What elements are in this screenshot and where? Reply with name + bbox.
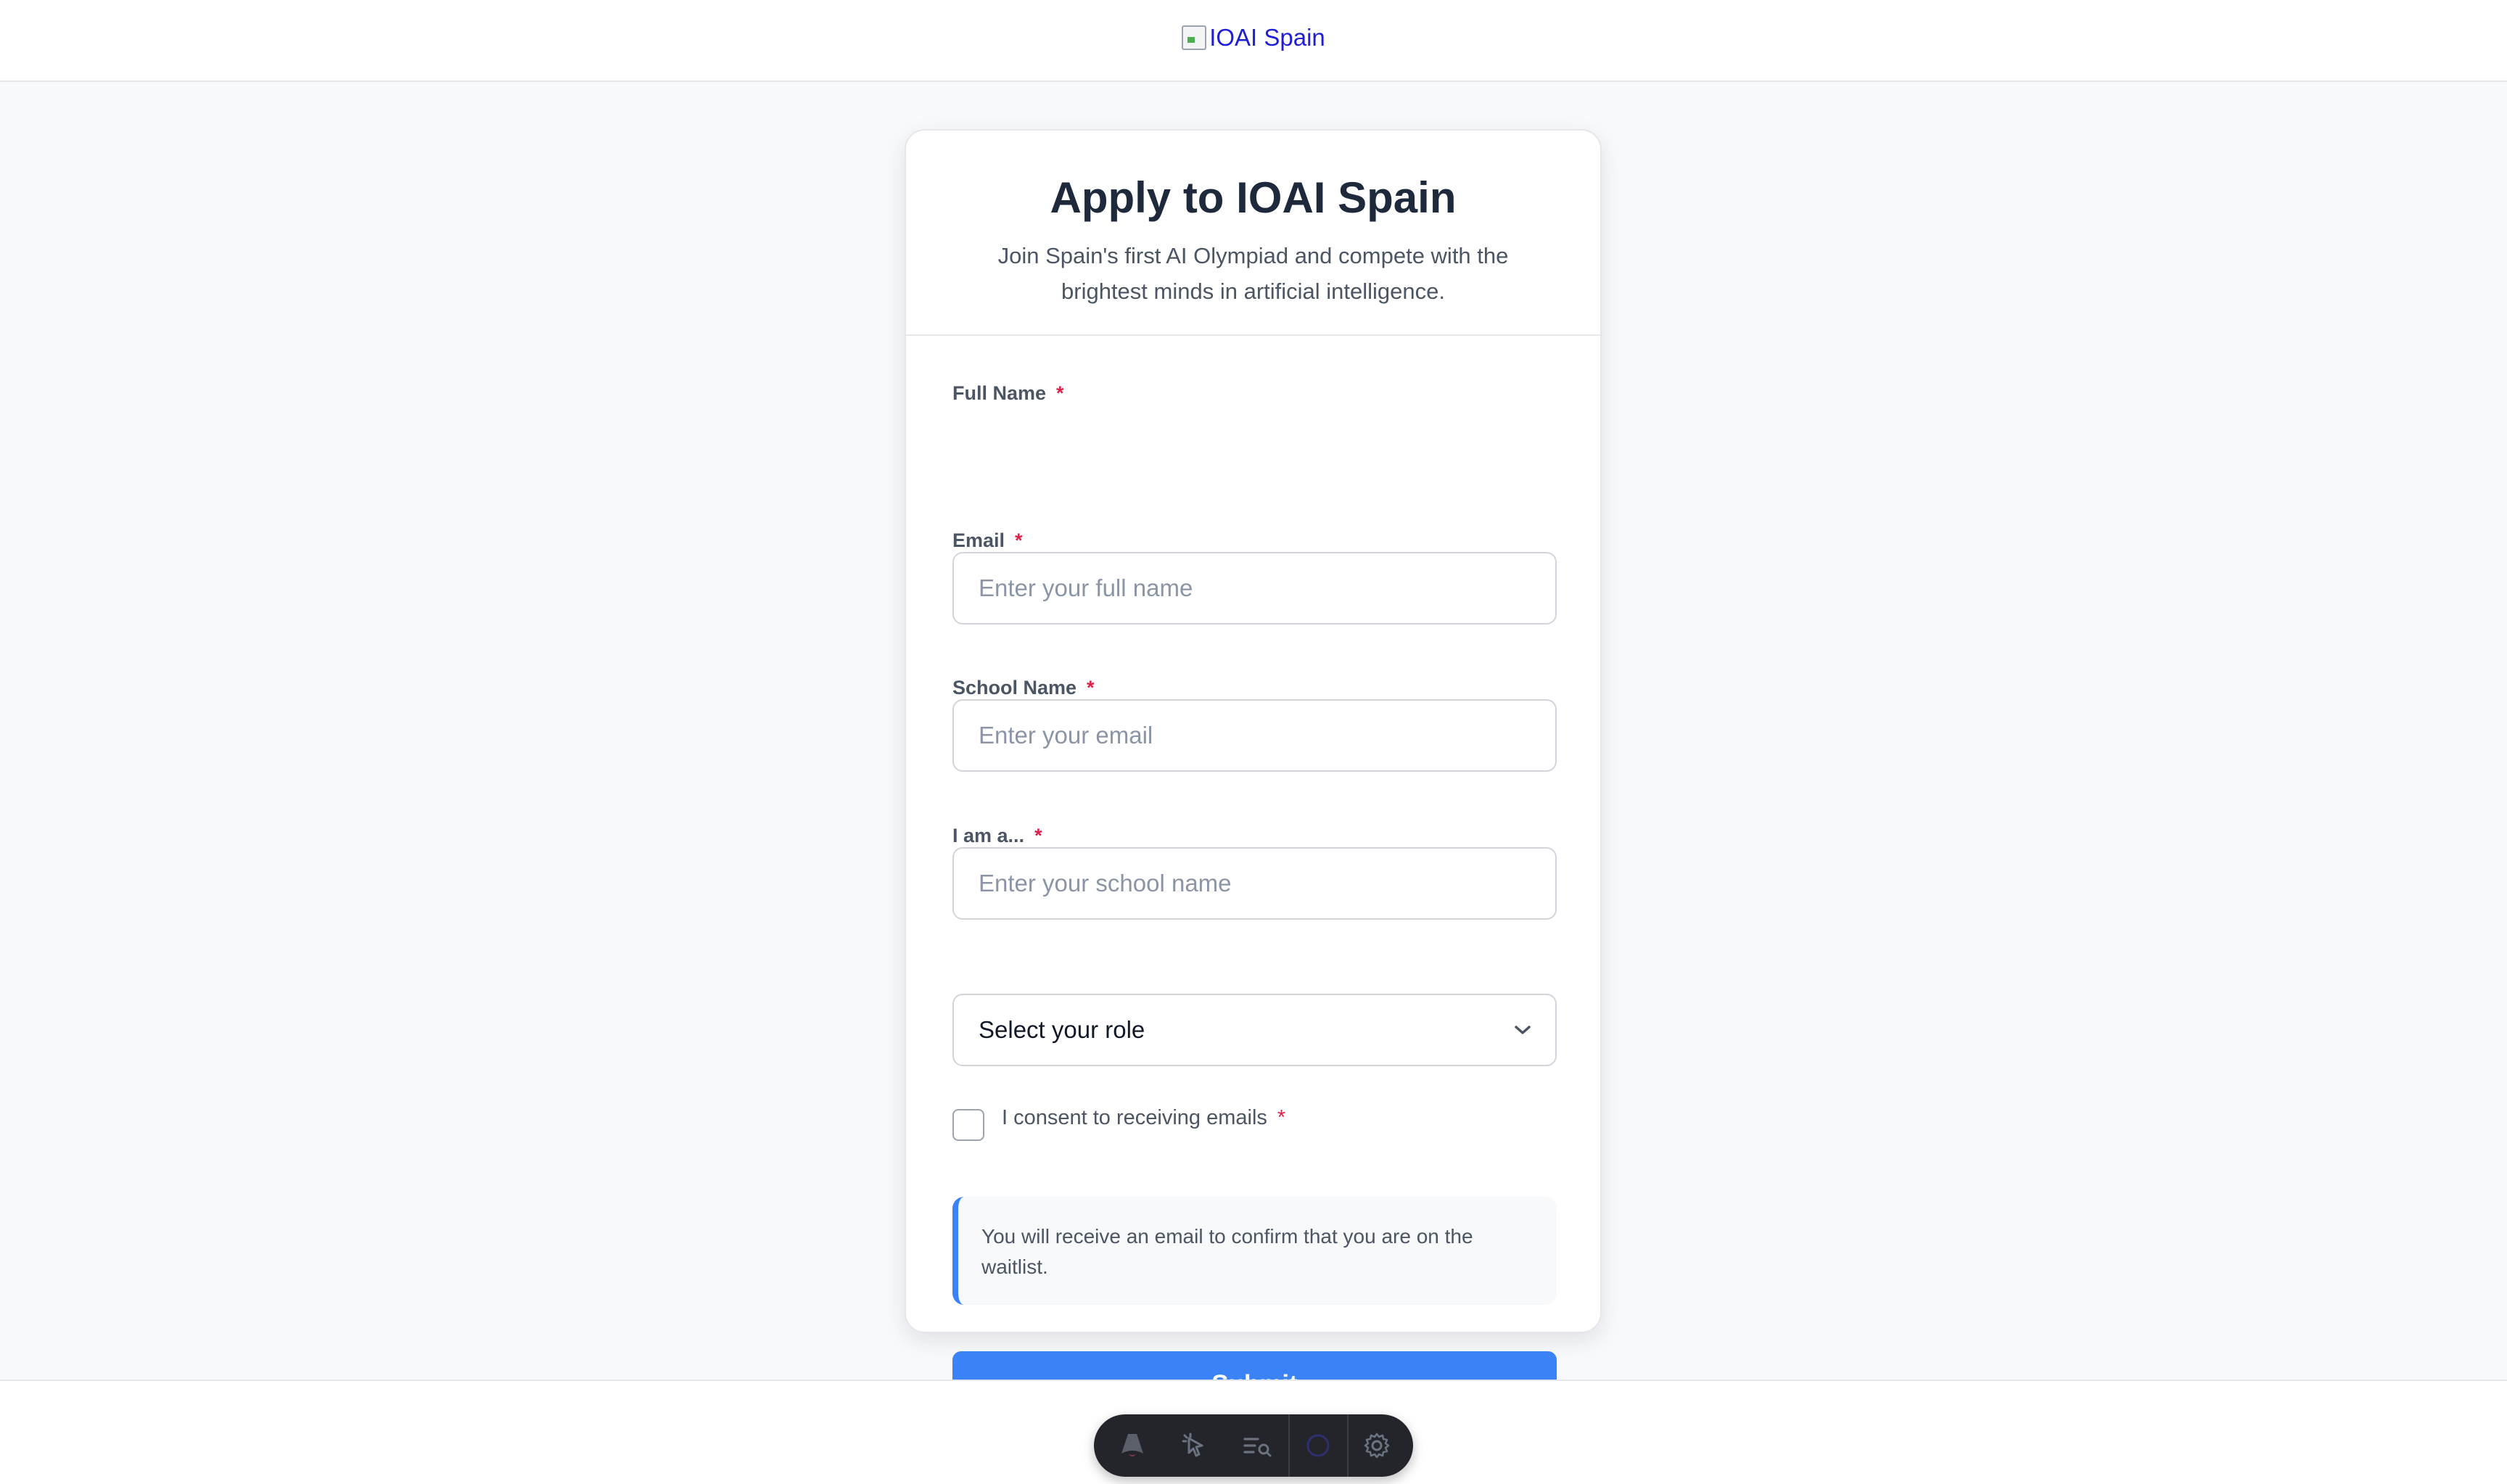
role-label-text: I am a... — [952, 825, 1025, 846]
full-name-label-text: Full Name — [952, 382, 1047, 404]
required-asterisk: * — [1087, 677, 1095, 698]
dev-toolbar-apps — [1101, 1414, 1288, 1477]
email-input[interactable] — [952, 699, 1557, 772]
card-header: Apply to IOAI Spain Join Spain's first A… — [906, 131, 1600, 336]
role-label: I am a... * — [952, 825, 1042, 847]
audit-list-icon[interactable] — [1226, 1414, 1288, 1477]
required-asterisk: * — [1034, 825, 1042, 846]
required-asterisk: * — [1277, 1106, 1286, 1129]
consent-label-text: I consent to receiving emails — [1002, 1106, 1267, 1129]
logo-link[interactable]: IOAI Spain — [1182, 24, 1325, 51]
bottom-bar — [0, 1380, 2507, 1484]
school-name-label: School Name * — [952, 677, 1095, 699]
school-name-label-text: School Name — [952, 677, 1077, 698]
waitlist-info-note: You will receive an email to confirm tha… — [952, 1197, 1557, 1305]
application-card: Apply to IOAI Spain Join Spain's first A… — [905, 129, 1602, 1417]
consent-label: I consent to receiving emails * — [1002, 1105, 1285, 1129]
required-asterisk: * — [1056, 382, 1064, 404]
settings-gear-icon[interactable] — [1349, 1414, 1406, 1477]
consent-checkbox[interactable] — [952, 1109, 984, 1141]
page-title: Apply to IOAI Spain — [1050, 173, 1457, 222]
logo-alt-text: IOAI Spain — [1209, 23, 1325, 51]
email-label-text: Email — [952, 529, 1005, 551]
dev-toolbar — [1094, 1414, 1413, 1477]
email-label: Email * — [952, 529, 1023, 552]
app-circle-icon[interactable] — [1290, 1414, 1347, 1477]
role-select[interactable]: Select your role — [952, 994, 1557, 1066]
page-subtitle: Join Spain's first AI Olympiad and compe… — [997, 243, 1509, 304]
consent-row: I consent to receiving emails * — [952, 1105, 1285, 1141]
inspect-cursor-icon[interactable] — [1164, 1414, 1226, 1477]
main-area: Apply to IOAI Spain Join Spain's first A… — [0, 82, 2507, 1417]
full-name-label: Full Name * — [952, 382, 1064, 405]
astro-logo-icon[interactable] — [1101, 1414, 1164, 1477]
broken-image-icon — [1182, 25, 1207, 50]
role-select-value: Select your role — [979, 1016, 1145, 1043]
chevron-down-icon — [1512, 1019, 1534, 1041]
full-name-input[interactable] — [952, 552, 1557, 624]
required-asterisk: * — [1015, 529, 1023, 551]
school-name-input[interactable] — [952, 847, 1557, 920]
top-header: IOAI Spain — [0, 0, 2507, 82]
